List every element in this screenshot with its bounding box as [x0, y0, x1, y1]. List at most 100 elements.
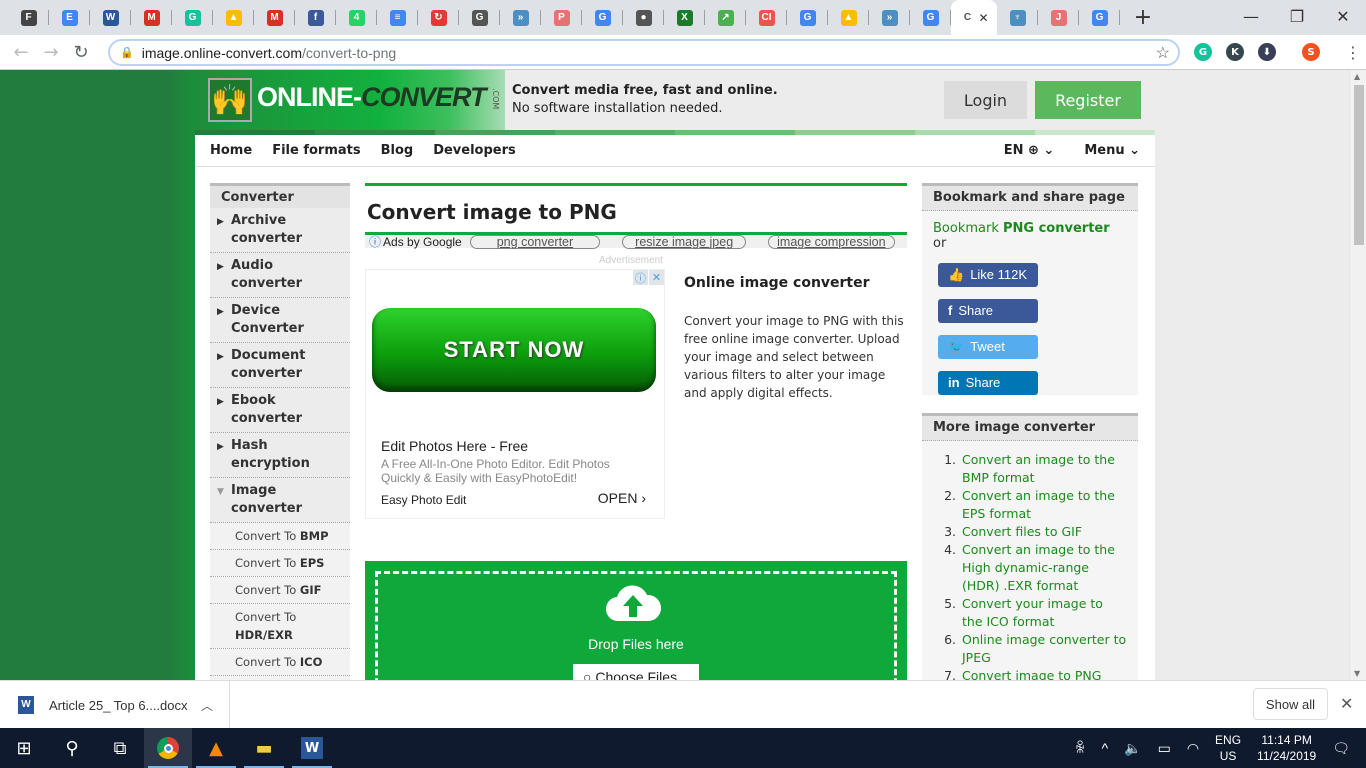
- nav-home[interactable]: Home: [195, 143, 252, 158]
- sidebar-category[interactable]: ▶ Hash encryption: [210, 433, 350, 478]
- more-converter-link[interactable]: Convert your image to the ICO format: [960, 595, 1127, 631]
- nav-file-formats[interactable]: File formats: [257, 143, 360, 158]
- minimize-button[interactable]: —: [1228, 0, 1274, 32]
- chevron-up-tray-icon[interactable]: ^: [1102, 740, 1109, 756]
- browser-tab[interactable]: f: [295, 0, 336, 35]
- browser-tab[interactable]: ▲: [213, 0, 254, 35]
- chrome-taskbar-icon[interactable]: [144, 728, 192, 768]
- browser-tab[interactable]: G: [582, 0, 623, 35]
- file-explorer-taskbar-icon[interactable]: ▬: [240, 728, 288, 768]
- facebook-share-button[interactable]: f Share: [938, 299, 1038, 323]
- choose-files-button[interactable]: ○ Choose Files: [573, 664, 699, 680]
- nav-developers[interactable]: Developers: [418, 143, 516, 158]
- ad-close-icon[interactable]: ✕: [649, 270, 664, 285]
- linkedin-share-button[interactable]: in Share: [938, 371, 1038, 395]
- browser-tab[interactable]: E: [49, 0, 90, 35]
- address-bar[interactable]: 🔒 image.online-convert.com/convert-to-pn…: [108, 39, 1180, 66]
- ad-pill-image-compression[interactable]: image compression: [768, 234, 895, 249]
- grammarly-extension-icon[interactable]: G: [1194, 43, 1212, 61]
- battery-icon[interactable]: ▭: [1158, 740, 1171, 757]
- more-converter-link[interactable]: Convert files to GIF: [960, 523, 1127, 541]
- ad-info-icon[interactable]: ⓘ: [633, 270, 648, 285]
- facebook-like-button[interactable]: 👍 Like 112K: [938, 263, 1038, 287]
- task-view-icon[interactable]: ⧉: [96, 728, 144, 768]
- browser-tab[interactable]: ↗: [705, 0, 746, 35]
- ad-headline[interactable]: Edit Photos Here - Free: [381, 438, 528, 454]
- sidebar-subitem[interactable]: Convert To ICO: [210, 649, 350, 676]
- site-logo[interactable]: 🙌 ONLINE-CONVERT .COM: [195, 70, 505, 130]
- start-button[interactable]: ⊞: [0, 728, 48, 768]
- login-button[interactable]: Login: [944, 81, 1027, 119]
- sidebar-subitem[interactable]: Convert To EPS: [210, 550, 350, 577]
- close-tab-icon[interactable]: ✕: [978, 11, 988, 25]
- word-taskbar-icon[interactable]: W: [288, 728, 336, 768]
- back-button[interactable]: ←: [6, 42, 36, 63]
- browser-tab[interactable]: G: [459, 0, 500, 35]
- browser-tab[interactable]: G: [910, 0, 951, 35]
- browser-tab[interactable]: ≡: [377, 0, 418, 35]
- wifi-icon[interactable]: ◠: [1187, 740, 1199, 757]
- browser-tab[interactable]: G: [1079, 0, 1120, 35]
- restore-button[interactable]: ❐: [1274, 0, 1320, 32]
- register-button[interactable]: Register: [1035, 81, 1141, 119]
- k-extension-icon[interactable]: K: [1226, 43, 1244, 61]
- search-icon[interactable]: ⚲: [48, 728, 96, 768]
- file-drop-zone[interactable]: Drop Files here ○ Choose Files: [365, 561, 907, 680]
- reload-button[interactable]: ↻: [66, 42, 96, 63]
- language-indicator[interactable]: ENG US: [1215, 732, 1241, 764]
- sidebar-category[interactable]: ▶ Ebook converter: [210, 388, 350, 433]
- browser-tab[interactable]: ▲: [828, 0, 869, 35]
- action-center-icon[interactable]: 🗨: [1332, 740, 1350, 757]
- browser-tab[interactable]: X: [664, 0, 705, 35]
- clock[interactable]: 11:14 PM 11/24/2019: [1257, 732, 1316, 764]
- info-icon[interactable]: ⓘ: [369, 233, 381, 250]
- more-converter-link[interactable]: Convert an image to the BMP format: [960, 451, 1127, 487]
- ad-pill-resize-image-jpeg[interactable]: resize image jpeg: [622, 234, 747, 249]
- browser-tab[interactable]: J: [1038, 0, 1079, 35]
- browser-tab[interactable]: M: [254, 0, 295, 35]
- browser-tab[interactable]: »: [869, 0, 910, 35]
- download-item[interactable]: W Article 25_ Top 6....docx ︿: [18, 681, 230, 729]
- chevron-up-icon[interactable]: ︿: [201, 697, 213, 714]
- scroll-up-arrow-icon[interactable]: ▲: [1354, 72, 1360, 81]
- browser-tab[interactable]: F: [8, 0, 49, 35]
- bookmark-link[interactable]: PNG converter: [1003, 221, 1110, 236]
- sidebar-category[interactable]: ▶ Document converter: [210, 343, 350, 388]
- download-extension-icon[interactable]: ⬇: [1258, 43, 1276, 61]
- scroll-down-arrow-icon[interactable]: ▼: [1354, 669, 1360, 678]
- bookmark-star-icon[interactable]: ☆: [1156, 43, 1170, 63]
- nav-blog[interactable]: Blog: [366, 143, 414, 158]
- tweet-button[interactable]: 🐦 Tweet: [938, 335, 1038, 359]
- browser-tab[interactable]: G: [172, 0, 213, 35]
- browser-tab[interactable]: ♆: [997, 0, 1038, 35]
- close-downloads-icon[interactable]: ✕: [1340, 694, 1353, 713]
- volume-icon[interactable]: 🔈: [1124, 740, 1141, 757]
- advertisement-box[interactable]: ⓘ ✕ START NOW Edit Photos Here - Free A …: [365, 269, 665, 519]
- page-scrollbar[interactable]: ▲ ▼: [1349, 70, 1366, 680]
- sidebar-category[interactable]: ▼ Image converter: [210, 478, 350, 523]
- browser-tab[interactable]: ↻: [418, 0, 459, 35]
- ad-pill-png-converter[interactable]: png converter: [469, 234, 601, 249]
- browser-tab[interactable]: 4: [336, 0, 377, 35]
- browser-tab[interactable]: ●: [623, 0, 664, 35]
- more-converter-link[interactable]: Convert an image to the High dynamic-ran…: [960, 541, 1127, 595]
- sidebar-subitem[interactable]: Convert To BMP: [210, 523, 350, 550]
- tab-active[interactable]: C ✕: [951, 0, 997, 35]
- menu-dropdown[interactable]: Menu ⌄: [1084, 143, 1140, 158]
- ad-open-button[interactable]: OPEN ›: [598, 490, 646, 506]
- sidebar-category[interactable]: ▶ Device Converter: [210, 298, 350, 343]
- forward-button[interactable]: →: [36, 42, 66, 63]
- profile-avatar-icon[interactable]: S: [1302, 43, 1320, 61]
- sidebar-subitem[interactable]: Convert To HDR/EXR: [210, 604, 350, 649]
- browser-tab[interactable]: »: [500, 0, 541, 35]
- more-converter-link[interactable]: Convert image to PNG: [960, 667, 1127, 680]
- sidebar-category[interactable]: ▶ Archive converter: [210, 208, 350, 253]
- ad-start-now-button[interactable]: START NOW: [372, 308, 656, 392]
- more-converter-link[interactable]: Convert an image to the EPS format: [960, 487, 1127, 523]
- chrome-menu-icon[interactable]: ⋮: [1345, 43, 1361, 62]
- browser-tab[interactable]: G: [787, 0, 828, 35]
- vlc-taskbar-icon[interactable]: ▲: [192, 728, 240, 768]
- new-tab-button[interactable]: +: [1128, 5, 1158, 30]
- sidebar-category[interactable]: ▶ Audio converter: [210, 253, 350, 298]
- browser-tab[interactable]: W: [90, 0, 131, 35]
